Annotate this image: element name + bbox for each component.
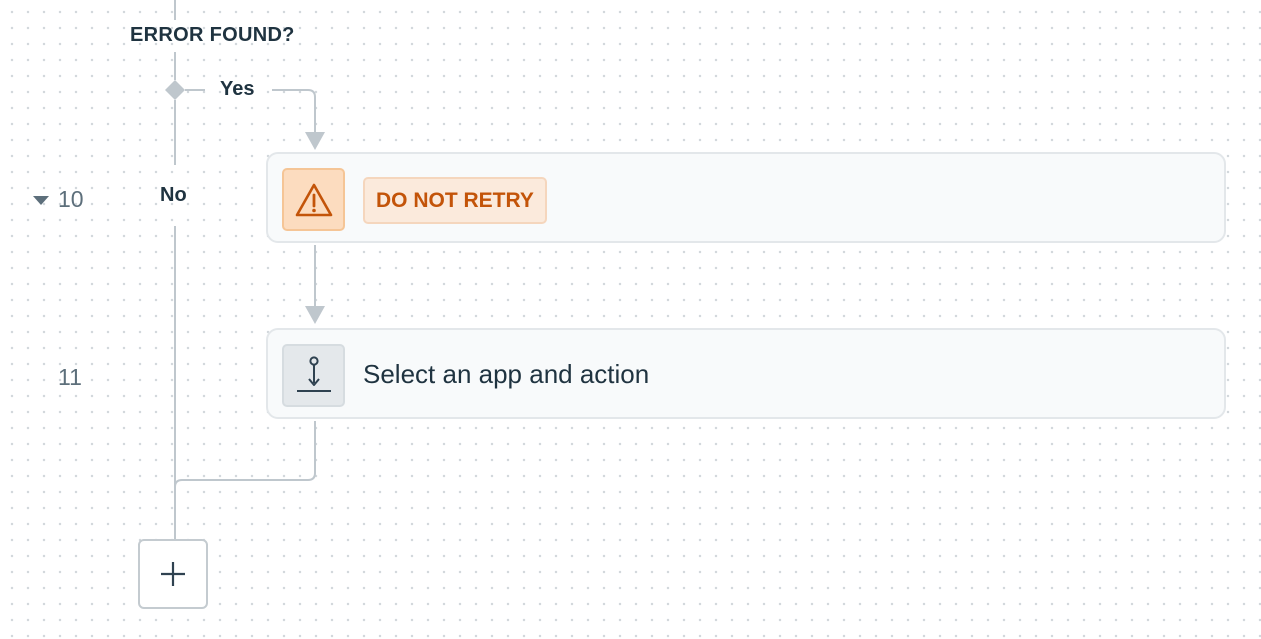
branch-yes-label: Yes (220, 78, 255, 100)
step-number: 11 (58, 364, 82, 390)
step-card-do-not-retry[interactable]: DO NOT RETRY (266, 152, 1226, 243)
step-card-select-app[interactable]: Select an app and action (266, 328, 1226, 419)
warning-icon (282, 168, 345, 231)
arrow-down-icon (305, 132, 325, 150)
arrow-down-icon (305, 306, 325, 324)
condition-label: ERROR FOUND? (130, 24, 295, 46)
action-badge: DO NOT RETRY (363, 177, 547, 224)
branch-diamond (165, 80, 185, 100)
app-placeholder-icon (282, 344, 345, 407)
collapse-toggle-icon[interactable] (33, 196, 49, 205)
branch-no-label: No (160, 184, 187, 206)
add-step-button[interactable] (138, 539, 208, 609)
plus-icon (161, 562, 185, 586)
step-title: Select an app and action (363, 359, 650, 389)
step-number: 10 (58, 186, 84, 212)
